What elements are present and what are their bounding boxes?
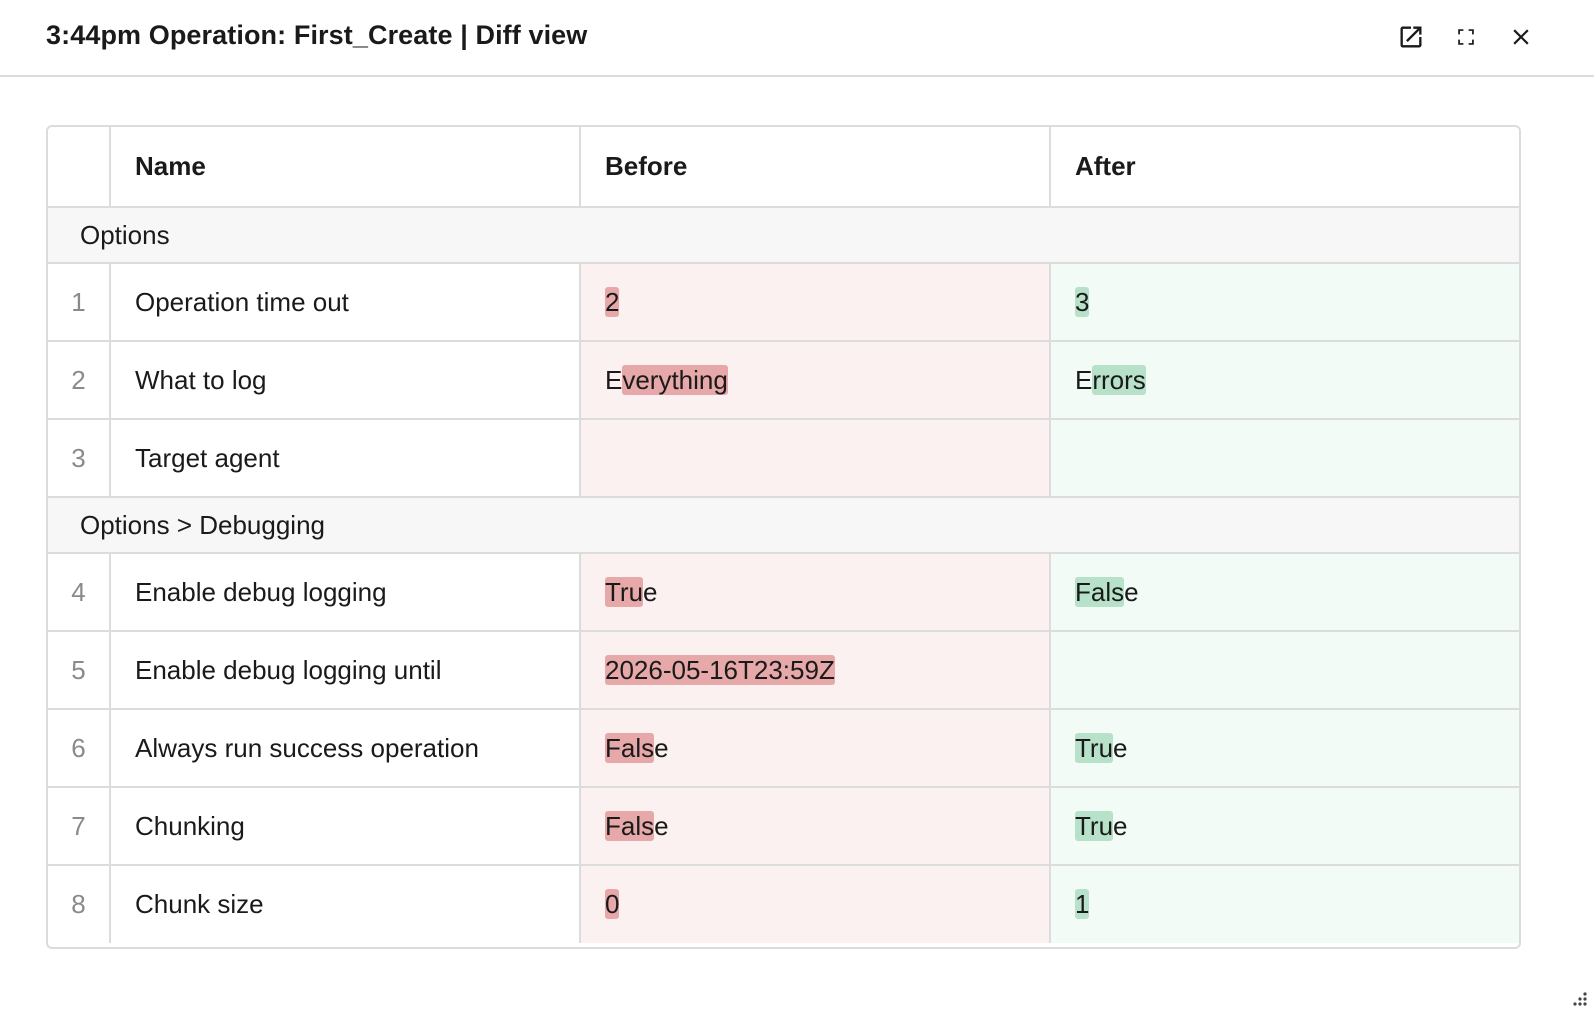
diff-table-body: Options 1 Operation time out 2 3 2 What to log… [48, 207, 1519, 943]
table-row: 2 What to log Everything Errors [48, 341, 1519, 420]
column-header-before: Before [580, 127, 1051, 208]
after-value-cell: False [1050, 553, 1519, 632]
table-row: 7 Chunking False True [48, 787, 1519, 866]
after-value-cell: 3 [1050, 263, 1519, 342]
added-text: 1 [1075, 889, 1090, 919]
after-value-cell [1050, 419, 1519, 498]
table-row: 6 Always run success operation False True [48, 709, 1519, 788]
table-row: 5 Enable debug logging until 2026-05-16T23… [48, 631, 1519, 710]
field-name: Enable debug logging [110, 553, 581, 632]
close-icon [1513, 29, 1529, 45]
diff-table: Name Before After Options 1 Operation time… [48, 127, 1519, 943]
field-name: Target agent [110, 419, 581, 498]
before-value-cell: 2 [580, 263, 1051, 342]
before-value-cell: Everything [580, 341, 1051, 420]
unchanged-text: E [605, 364, 623, 395]
open-in-new-icon [1400, 26, 1422, 48]
unchanged-text: e [643, 576, 658, 607]
section-label: Options > Debugging [48, 497, 1519, 554]
open-in-new-button[interactable] [1395, 21, 1427, 53]
table-header-row: Name Before After [48, 127, 1519, 208]
column-header-number [48, 127, 111, 208]
added-text: Tru [1075, 810, 1114, 841]
row-number: 3 [48, 419, 111, 498]
added-text: rrors [1092, 364, 1146, 395]
before-value-cell [580, 419, 1051, 498]
removed-text: Fals [605, 810, 655, 841]
field-name: What to log [110, 341, 581, 420]
row-number: 4 [48, 553, 111, 632]
table-row: 3 Target agent [48, 419, 1519, 498]
unchanged-text: e [1113, 810, 1128, 841]
column-header-after: After [1050, 127, 1519, 208]
row-number: 8 [48, 865, 111, 943]
diff-view-dialog: 3:44pm Operation: First_Create | Diff vi… [0, 0, 1594, 1013]
removed-text: 2 [605, 286, 620, 317]
fullscreen-button[interactable] [1450, 21, 1482, 53]
added-text: Tru [1075, 732, 1114, 763]
removed-text: verything [622, 364, 728, 395]
unchanged-text: e [654, 732, 669, 763]
fullscreen-icon [1458, 29, 1474, 45]
before-value-cell: 0 [580, 865, 1051, 943]
field-name: Always run success operation [110, 709, 581, 788]
removed-text: Tru [605, 576, 644, 607]
before-value-cell: 2026-05-16T23:59Z [580, 631, 1051, 710]
field-name: Chunk size [110, 865, 581, 943]
unchanged-text: e [654, 810, 669, 841]
before-value-cell: False [580, 787, 1051, 866]
table-row: 8 Chunk size 0 1 [48, 865, 1519, 943]
removed-text: 2026-05-16T23:59Z [605, 654, 835, 685]
field-name: Chunking [110, 787, 581, 866]
added-text: 3 [1075, 286, 1090, 317]
after-value-cell [1050, 631, 1519, 710]
section-row: Options > Debugging [48, 497, 1519, 554]
table-row: 1 Operation time out 2 3 [48, 263, 1519, 342]
before-value-cell: False [580, 709, 1051, 788]
after-value-cell: 1 [1050, 865, 1519, 943]
dialog-title: 3:44pm Operation: First_Create | Diff vi… [46, 20, 588, 50]
row-number: 2 [48, 341, 111, 420]
dialog-header: 3:44pm Operation: First_Create | Diff vi… [0, 0, 1594, 77]
after-value-cell: True [1050, 709, 1519, 788]
after-value-cell: Errors [1050, 341, 1519, 420]
table-row: 4 Enable debug logging True False [48, 553, 1519, 632]
unchanged-text: e [1124, 576, 1139, 607]
close-button[interactable] [1505, 21, 1537, 53]
added-text: Fals [1075, 576, 1125, 607]
unchanged-text: e [1113, 732, 1128, 763]
row-number: 1 [48, 263, 111, 342]
row-number: 7 [48, 787, 111, 866]
row-number: 5 [48, 631, 111, 710]
resize-grip-icon[interactable] [1568, 987, 1588, 1007]
diff-table-container: Name Before After Options 1 Operation time… [46, 125, 1521, 949]
unchanged-text: E [1075, 364, 1093, 395]
before-value-cell: True [580, 553, 1051, 632]
removed-text: Fals [605, 732, 655, 763]
section-row: Options [48, 207, 1519, 264]
section-label: Options [48, 207, 1519, 264]
row-number: 6 [48, 709, 111, 788]
column-header-name: Name [110, 127, 581, 208]
field-name: Operation time out [110, 263, 581, 342]
field-name: Enable debug logging until [110, 631, 581, 710]
removed-text: 0 [605, 889, 620, 919]
after-value-cell: True [1050, 787, 1519, 866]
